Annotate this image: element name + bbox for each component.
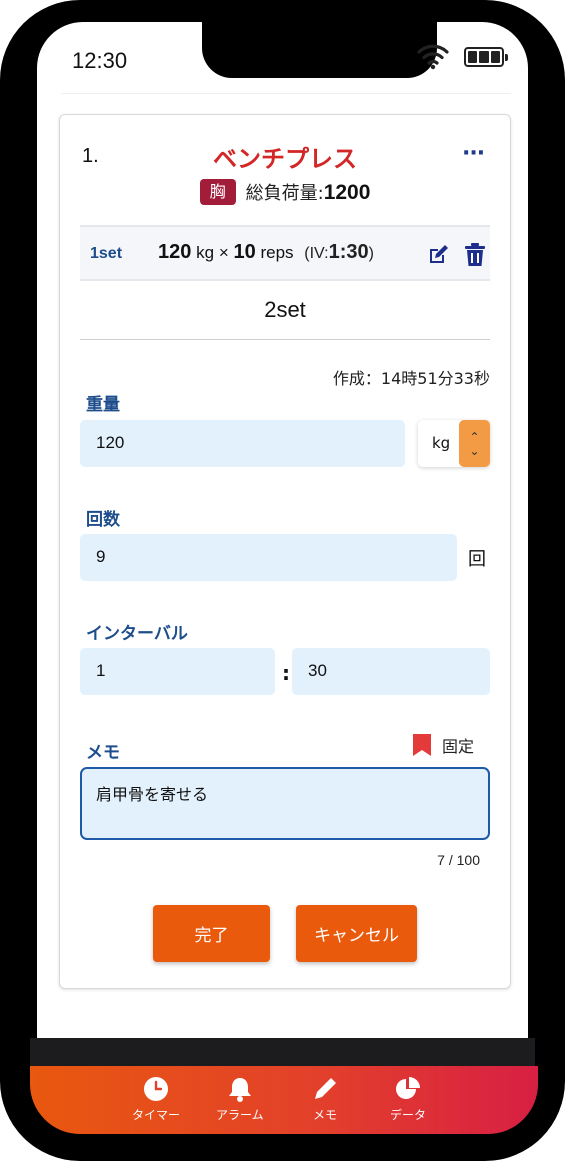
weight-label: 重量	[86, 395, 120, 415]
total-load-label: 総負荷量:	[245, 183, 324, 204]
tab-alarm-label: アラーム	[216, 1108, 264, 1122]
interval-seconds-input[interactable]: 30	[292, 648, 490, 695]
more-options-icon[interactable]: ···	[462, 141, 485, 166]
interval-minutes-input[interactable]: 1	[80, 648, 275, 695]
pen-icon	[315, 1078, 336, 1099]
tab-memo-label: メモ	[312, 1108, 337, 1122]
battery-icon	[464, 47, 508, 67]
memo-textarea[interactable]: 肩甲骨を寄せる	[80, 767, 490, 840]
interval-label: インターバル	[86, 624, 188, 644]
interval-separator: :	[282, 661, 290, 685]
set-interval-suffix: )	[368, 245, 374, 262]
set-interval: (IV:1:30)	[304, 241, 374, 263]
weight-unit-value: kg	[432, 434, 451, 452]
header-divider	[61, 93, 511, 94]
set-row[interactable]: 1set 120 kg × 10 reps (IV:1:30)	[80, 225, 490, 281]
total-load-value: 1200	[323, 181, 371, 204]
current-set-title: 2set	[264, 297, 306, 322]
set-reps: 10	[233, 241, 256, 263]
trash-icon[interactable]	[464, 243, 486, 267]
set-detail: 120 kg × 10 reps (IV:1:30)	[158, 241, 374, 264]
set-reps-unit: reps	[260, 243, 294, 262]
clock-icon	[144, 1077, 168, 1101]
tab-data[interactable]: データ	[390, 1076, 426, 1123]
bell-icon	[228, 1078, 251, 1102]
pin-toggle[interactable]: 固定	[412, 733, 474, 757]
created-timestamp: 作成：14時51分33秒	[332, 369, 490, 388]
reps-label: 回数	[86, 510, 120, 530]
tab-data-label: データ	[390, 1108, 427, 1122]
current-set-divider	[80, 339, 490, 340]
app-screen: 12:30 1. ベンチプレス ··· 胸 総負荷量:1200 1set 120	[37, 22, 528, 1038]
cancel-button[interactable]: キャンセル	[296, 905, 417, 962]
notch	[202, 22, 437, 78]
pin-label: 固定	[442, 737, 475, 756]
weight-input[interactable]: 120	[80, 420, 405, 467]
bookmark-icon	[413, 734, 431, 756]
tab-memo[interactable]: メモ	[312, 1076, 338, 1123]
exercise-name: ベンチプレス	[213, 145, 357, 173]
memo-label: メモ	[86, 743, 120, 763]
muscle-badge: 胸	[199, 179, 236, 205]
phone-frame: 12:30 1. ベンチプレス ··· 胸 総負荷量:1200 1set 120	[0, 0, 565, 1161]
exercise-meta: 胸 総負荷量:1200	[60, 179, 510, 205]
edit-icon[interactable]	[426, 243, 450, 267]
reps-unit: 回	[468, 549, 486, 570]
reps-input[interactable]: 9	[80, 534, 457, 581]
screen-bottom-band	[30, 1038, 535, 1066]
bottom-tab-bar: タイマー アラーム メモ データ	[30, 1066, 538, 1134]
set-times-sign: ×	[218, 243, 229, 262]
done-button[interactable]: 完了	[153, 905, 270, 962]
memo-char-count: 7 / 100	[437, 852, 480, 868]
tab-timer[interactable]: タイマー	[132, 1076, 180, 1123]
unit-select-chevron-icon[interactable]: ⌃ ⌄	[459, 420, 490, 467]
status-time: 12:30	[72, 48, 128, 73]
set-interval-prefix: (IV:	[304, 245, 329, 262]
exercise-card: 1. ベンチプレス ··· 胸 総負荷量:1200 1set 120 kg × …	[59, 114, 511, 989]
wifi-icon	[417, 44, 449, 70]
set-label: 1set	[90, 245, 123, 262]
tab-alarm[interactable]: アラーム	[216, 1076, 264, 1123]
total-load: 総負荷量:1200	[246, 179, 371, 205]
chevron-up-icon: ⌃	[469, 429, 480, 444]
set-weight-unit: kg	[196, 243, 215, 262]
pie-chart-icon	[396, 1077, 420, 1099]
set-weight: 120	[158, 241, 192, 263]
weight-unit-select[interactable]: kg ⌃ ⌄	[418, 420, 490, 467]
chevron-down-icon: ⌄	[469, 443, 480, 458]
tab-timer-label: タイマー	[132, 1108, 181, 1122]
set-interval-value: 1:30	[328, 241, 369, 263]
